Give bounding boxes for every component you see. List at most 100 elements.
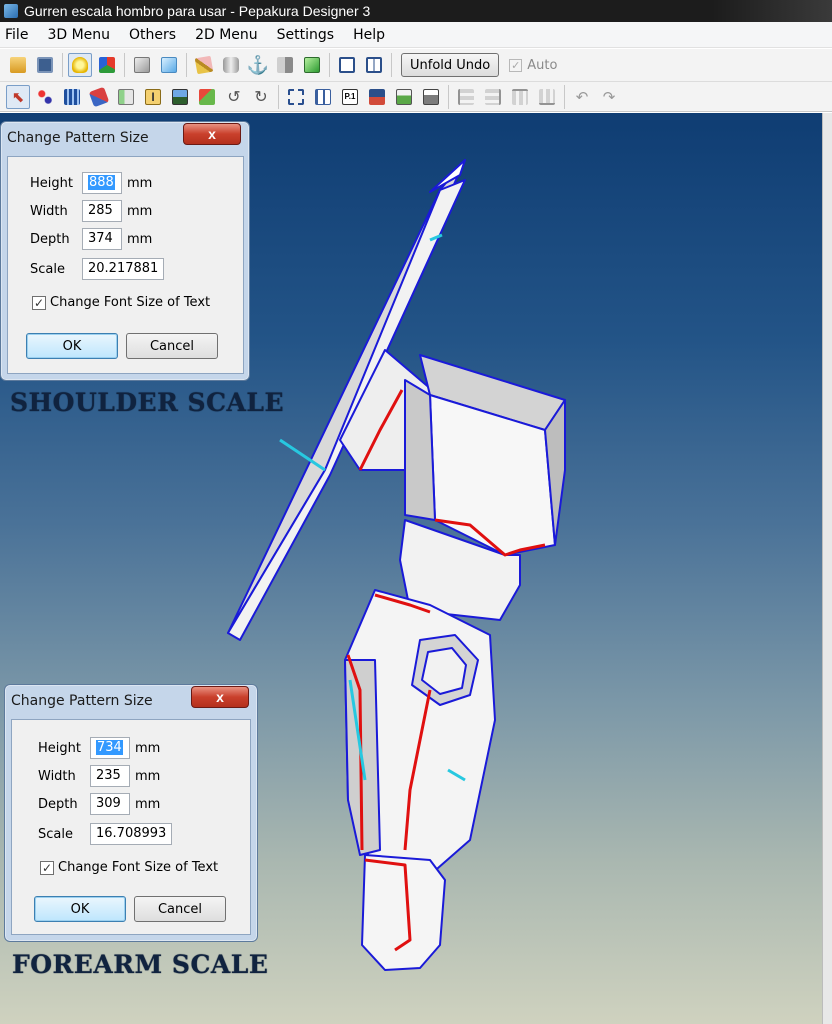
rotate-part-button[interactable]: ↺ bbox=[222, 85, 246, 109]
pencil-edit-button[interactable] bbox=[192, 53, 216, 77]
align-right-icon bbox=[485, 88, 501, 105]
rotate-90-right-button[interactable]: ↷ bbox=[597, 85, 621, 109]
height-unit: mm bbox=[127, 175, 153, 191]
cancel-button[interactable]: Cancel bbox=[134, 896, 226, 922]
width-input[interactable]: 235 bbox=[90, 765, 130, 787]
scale-label: Scale bbox=[38, 826, 73, 842]
shoulder-scale-caption: SHOULDER SCALE bbox=[10, 388, 285, 417]
width-row: Width 285 mm bbox=[30, 200, 152, 222]
image-tool-button[interactable] bbox=[168, 85, 192, 109]
ok-button[interactable]: OK bbox=[34, 896, 126, 922]
curved-arrow-back-icon: ↻ bbox=[254, 88, 268, 106]
flap-button[interactable] bbox=[273, 53, 297, 77]
font-size-checkbox-row[interactable]: ✓ Change Font Size of Text bbox=[32, 295, 210, 310]
shaded-cube-button[interactable] bbox=[157, 53, 181, 77]
depth-input[interactable]: 374 bbox=[82, 228, 122, 250]
font-size-checkbox[interactable]: ✓ bbox=[40, 860, 54, 875]
menu-help[interactable]: Help bbox=[345, 27, 396, 43]
edit-toolbar: ⬉ I ↺ ↻ P.1 ↶ ↷ bbox=[0, 82, 832, 112]
close-button[interactable]: x bbox=[191, 686, 249, 708]
align-bottom-button[interactable] bbox=[535, 85, 559, 109]
scale-input[interactable]: 20.217881 bbox=[82, 258, 164, 280]
height-row: Height 734 mm bbox=[38, 737, 160, 759]
align-left-icon bbox=[458, 88, 474, 105]
height-input[interactable]: 888 bbox=[82, 172, 122, 194]
menu-settings[interactable]: Settings bbox=[269, 27, 345, 43]
unfold-3d-button[interactable] bbox=[300, 53, 324, 77]
single-view-button[interactable] bbox=[335, 53, 359, 77]
height-unit: mm bbox=[135, 740, 161, 756]
wireframe-cube-button[interactable] bbox=[130, 53, 154, 77]
dialog-title: Change Pattern Size bbox=[11, 693, 153, 709]
floppy-disk-icon bbox=[37, 57, 53, 73]
split-view-button[interactable] bbox=[362, 53, 386, 77]
menu-3d[interactable]: 3D Menu bbox=[39, 27, 121, 43]
toolbar-separator bbox=[329, 53, 330, 77]
page-setup-button[interactable]: P.1 bbox=[338, 85, 362, 109]
move-part-icon bbox=[199, 88, 215, 105]
width-label: Width bbox=[30, 203, 68, 219]
align-left-button[interactable] bbox=[454, 85, 478, 109]
depth-unit: mm bbox=[135, 796, 161, 812]
cylinder-button[interactable] bbox=[219, 53, 243, 77]
depth-row: Depth 309 mm bbox=[38, 793, 160, 815]
paint-brush-icon bbox=[88, 86, 110, 107]
scale-row: Scale 20.217881 bbox=[30, 258, 164, 280]
depth-label: Depth bbox=[30, 231, 70, 247]
join-edge-button[interactable] bbox=[33, 85, 57, 109]
move-part-button[interactable] bbox=[195, 85, 219, 109]
rotate-back-button[interactable]: ↻ bbox=[249, 85, 273, 109]
flap-edit-icon bbox=[118, 88, 134, 105]
pencil-icon bbox=[194, 55, 214, 75]
rotate-90-right-icon: ↷ bbox=[602, 88, 616, 106]
print-preview-button[interactable] bbox=[365, 85, 389, 109]
height-input[interactable]: 734 bbox=[90, 737, 130, 759]
arrow-cursor-icon: ⬉ bbox=[11, 88, 25, 106]
height-label: Height bbox=[38, 740, 81, 756]
scale-input[interactable]: 16.708993 bbox=[90, 823, 172, 845]
font-size-checkbox[interactable]: ✓ bbox=[32, 295, 46, 310]
ok-button[interactable]: OK bbox=[26, 333, 118, 359]
font-size-checkbox-row[interactable]: ✓ Change Font Size of Text bbox=[40, 860, 218, 875]
toolbar-separator bbox=[564, 84, 565, 109]
arrange-grid-icon bbox=[315, 88, 331, 105]
rotate-90-left-button[interactable]: ↶ bbox=[570, 85, 594, 109]
cancel-button[interactable]: Cancel bbox=[126, 333, 218, 359]
align-right-button[interactable] bbox=[481, 85, 505, 109]
green-cube-icon bbox=[304, 57, 320, 73]
print-button[interactable] bbox=[419, 85, 443, 109]
flap-edit-button[interactable] bbox=[114, 85, 138, 109]
close-button[interactable]: x bbox=[183, 123, 241, 145]
viewport-scroll-edge[interactable] bbox=[822, 113, 832, 1024]
width-row: Width 235 mm bbox=[38, 765, 160, 787]
menu-2d[interactable]: 2D Menu bbox=[187, 27, 269, 43]
texture-toggle-button[interactable] bbox=[95, 53, 119, 77]
menu-file[interactable]: File bbox=[0, 27, 39, 43]
anchor-button[interactable]: ⚓ bbox=[246, 53, 270, 77]
dialog-body: Height 888 mm Width 285 mm Depth 374 mm … bbox=[7, 156, 244, 374]
light-toggle-button[interactable] bbox=[68, 53, 92, 77]
depth-label: Depth bbox=[38, 796, 78, 812]
depth-input[interactable]: 309 bbox=[90, 793, 130, 815]
width-input[interactable]: 285 bbox=[82, 200, 122, 222]
save-button[interactable] bbox=[33, 53, 57, 77]
auto-checkbox-box[interactable]: ✓ bbox=[509, 58, 523, 72]
arrange-parts-button[interactable] bbox=[311, 85, 335, 109]
export-image-button[interactable] bbox=[392, 85, 416, 109]
open-file-button[interactable] bbox=[6, 53, 30, 77]
scale-label: Scale bbox=[30, 261, 65, 277]
title-bar-fade bbox=[712, 0, 832, 22]
forearm-pattern-size-dialog: Change Pattern Size x Height 734 mm Widt… bbox=[4, 684, 258, 942]
toolbar-separator bbox=[124, 53, 125, 77]
upper-armor-side bbox=[404, 379, 436, 521]
menu-others[interactable]: Others bbox=[121, 27, 187, 43]
fit-view-button[interactable] bbox=[284, 85, 308, 109]
align-top-button[interactable] bbox=[508, 85, 532, 109]
unfold-undo-button[interactable]: Unfold Undo bbox=[401, 53, 500, 77]
select-tool-button[interactable]: ⬉ bbox=[6, 84, 30, 109]
film-strip-button[interactable] bbox=[60, 85, 84, 109]
auto-checkbox[interactable]: ✓ Auto bbox=[509, 58, 557, 73]
paint-button[interactable] bbox=[87, 85, 111, 109]
text-tool-button[interactable]: I bbox=[141, 85, 165, 109]
flap-icon bbox=[277, 57, 293, 73]
